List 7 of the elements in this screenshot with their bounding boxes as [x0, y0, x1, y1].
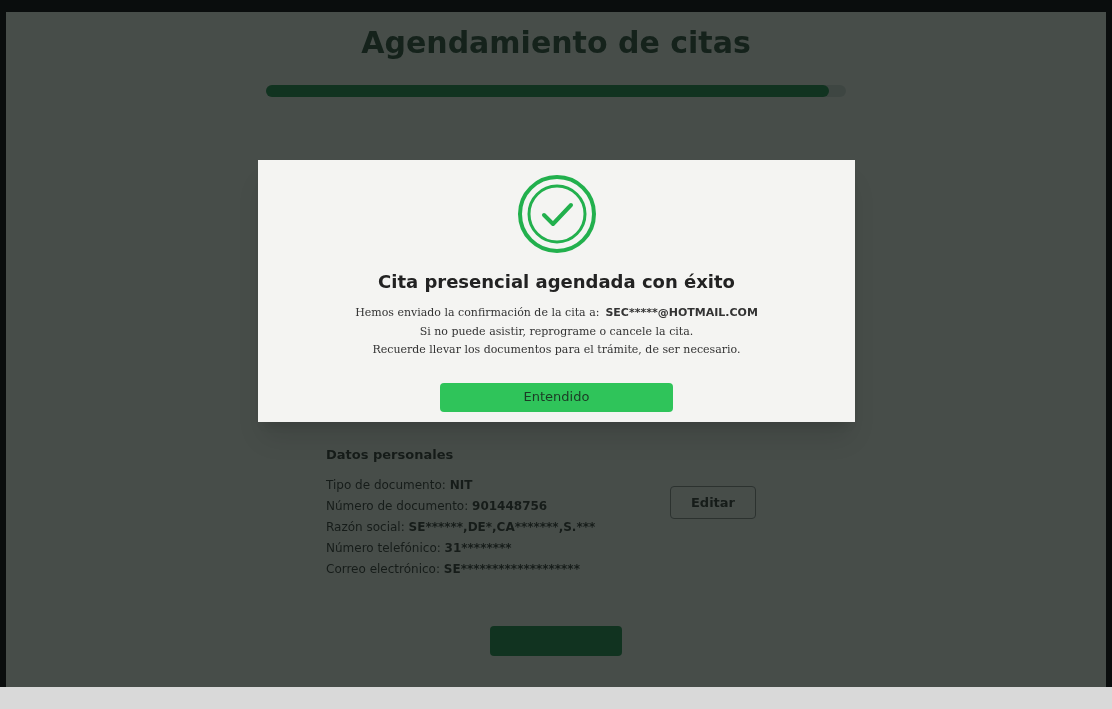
dialog-message: Si no puede asistir, reprograme o cancele la cita.: [419, 323, 694, 340]
dialog-message: Hemos enviado la confirmación de la cita a:: [355, 305, 600, 321]
dialog-title: Cita presencial agendada con éxito: [378, 270, 735, 294]
dialog-message: Recuerde llevar los documentos para el trámite, de ser necesario.: [372, 342, 741, 358]
check-circle-icon: [516, 174, 597, 254]
email-address: SEC*****@HOTMAIL.COM: [605, 305, 758, 321]
understood-button[interactable]: Entendido: [440, 382, 673, 412]
